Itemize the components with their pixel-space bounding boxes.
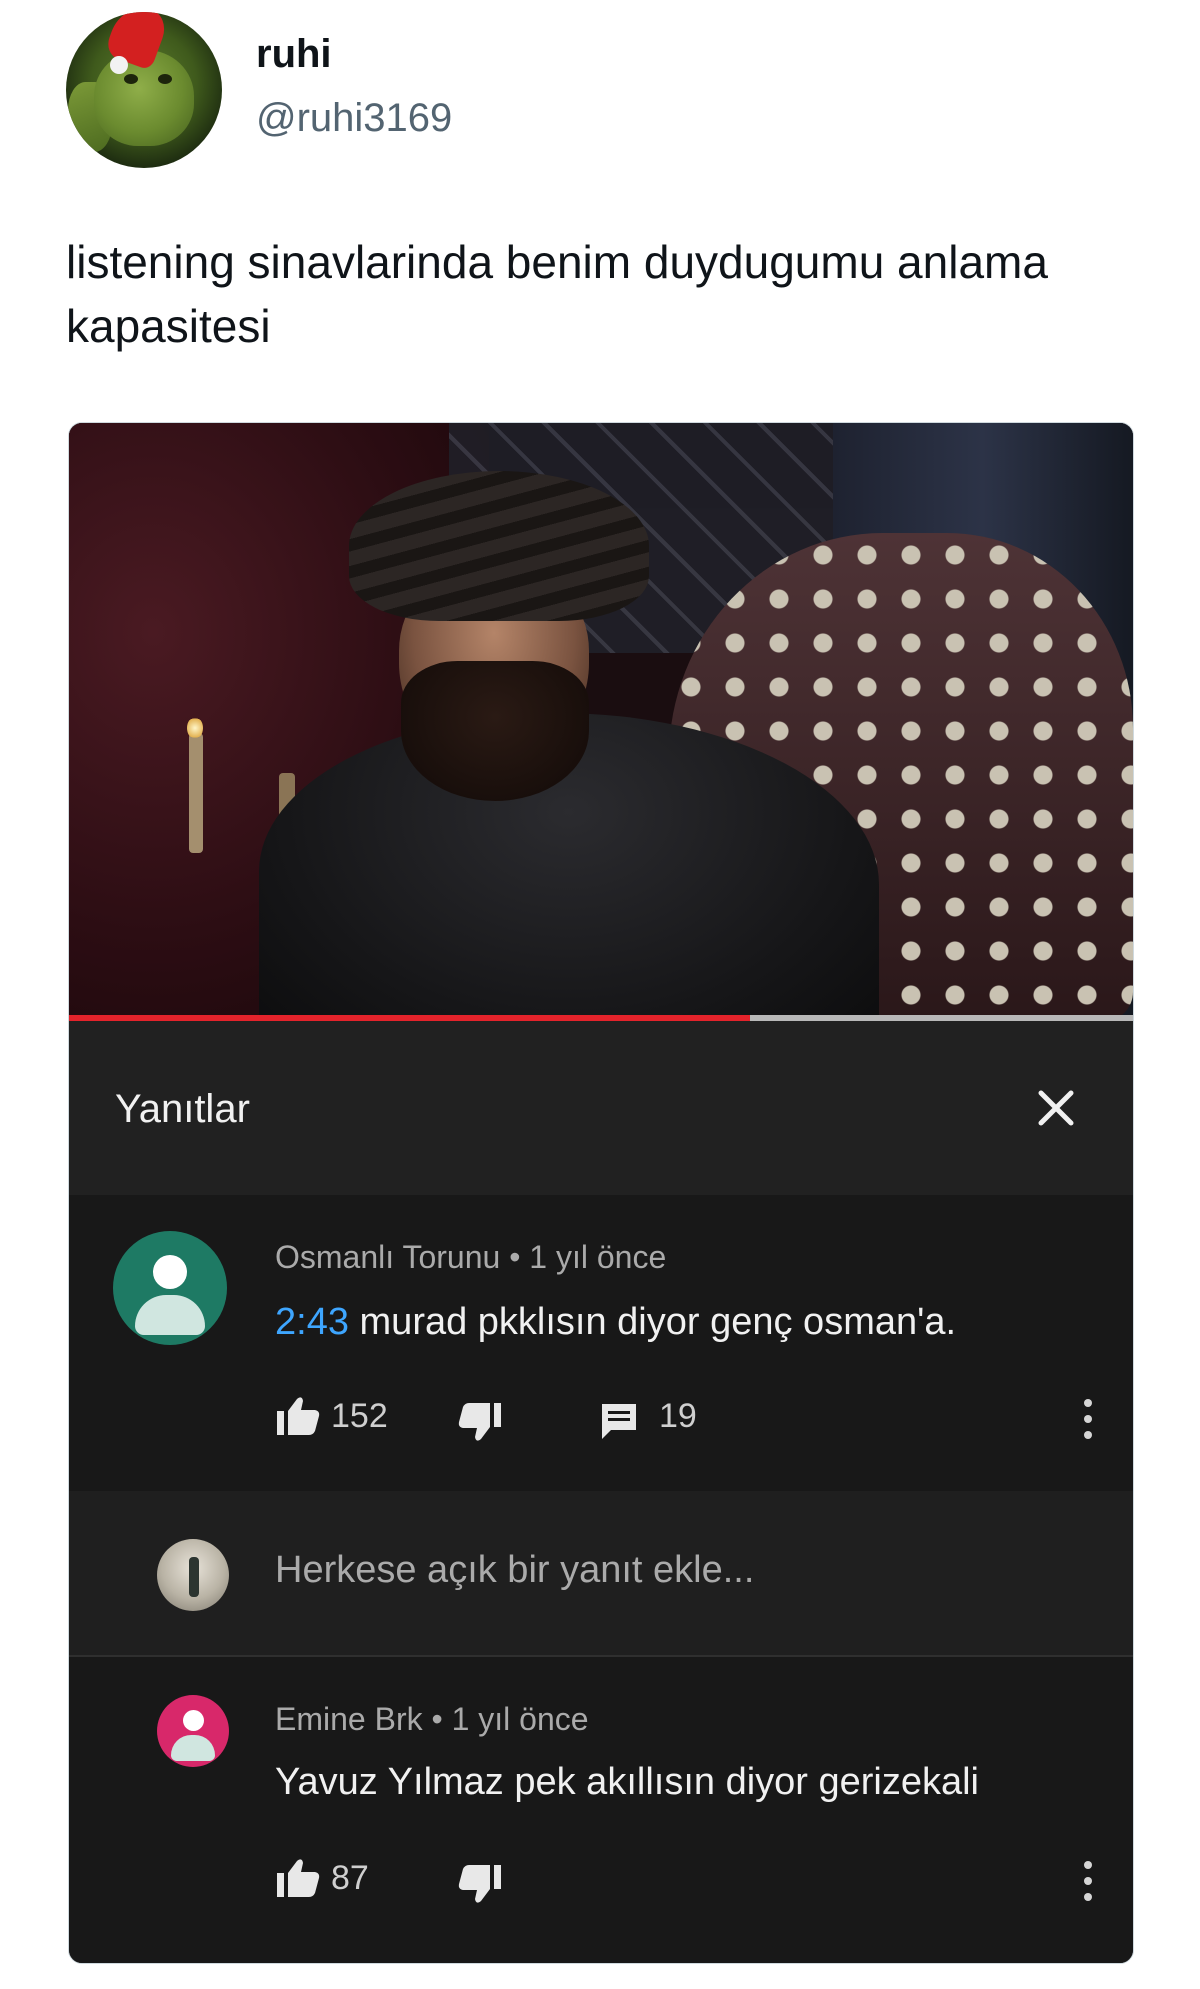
current-user-avatar: [157, 1539, 229, 1611]
close-icon[interactable]: [1027, 1079, 1085, 1137]
comment-body: murad pkklısın diyor genç osman'a.: [348, 1301, 957, 1343]
more-options-icon[interactable]: [1083, 1861, 1093, 1901]
thumbs-down-icon[interactable]: [457, 1401, 503, 1443]
attached-image[interactable]: Yanıtlar Osmanlı Torunu • 1 yıl önce 2:4…: [68, 422, 1134, 1964]
comment-author[interactable]: Emine Brk: [275, 1701, 423, 1737]
reply-input-row[interactable]: Herkese açık bir yanıt ekle...: [69, 1491, 1133, 1657]
reply-input[interactable]: Herkese açık bir yanıt ekle...: [275, 1549, 754, 1592]
like-count: 87: [331, 1859, 369, 1897]
comment-text: Yavuz Yılmaz pek akıllısın diyor gerizek…: [275, 1761, 980, 1803]
replies-header: Yanıtlar: [69, 1021, 1133, 1195]
avatar-shoulders: [171, 1735, 215, 1761]
avatar-head: [183, 1710, 204, 1731]
reply-count: 19: [659, 1397, 697, 1435]
comment-author[interactable]: Osmanlı Torunu: [275, 1239, 500, 1275]
meta-separator: •: [431, 1701, 452, 1737]
like-count: 152: [331, 1397, 388, 1435]
hat-pom: [110, 56, 128, 74]
tweet-text: listening sinavlarinda benim duydugumu a…: [66, 236, 1048, 352]
thumbs-up-icon[interactable]: [275, 1857, 321, 1899]
candle: [189, 733, 203, 853]
more-options-icon[interactable]: [1083, 1399, 1093, 1439]
commenter-avatar[interactable]: [113, 1231, 227, 1345]
comment-item: Osmanlı Torunu • 1 yıl önce 2:43 murad p…: [69, 1195, 1133, 1491]
thumbs-down-icon[interactable]: [457, 1863, 503, 1905]
comment-age: 1 yıl önce: [529, 1239, 667, 1275]
avatar-head: [153, 1255, 187, 1289]
display-name[interactable]: ruhi: [256, 32, 332, 77]
candle-flame: [187, 717, 203, 739]
comment-age: 1 yıl önce: [451, 1701, 589, 1737]
avatar-figure: [189, 1557, 199, 1597]
reply-icon[interactable]: [599, 1401, 639, 1441]
avatar-eye: [158, 74, 172, 84]
comment-item: Emine Brk • 1 yıl önce Yavuz Yılmaz pek …: [69, 1657, 1133, 1963]
profile-avatar[interactable]: [66, 12, 222, 168]
comment-meta: Osmanlı Torunu • 1 yıl önce: [275, 1239, 666, 1276]
comment-text: 2:43 murad pkklısın diyor genç osman'a.: [275, 1301, 956, 1344]
user-handle[interactable]: @ruhi3169: [256, 96, 452, 141]
sultan-beard: [401, 661, 589, 801]
commenter-avatar[interactable]: [157, 1695, 229, 1767]
comment-meta: Emine Brk • 1 yıl önce: [275, 1701, 589, 1738]
thumbs-up-icon[interactable]: [275, 1395, 321, 1437]
panel-title: Yanıtlar: [115, 1087, 250, 1131]
meta-separator: •: [509, 1239, 530, 1275]
avatar-shoulders: [135, 1295, 205, 1335]
avatar-eye: [124, 74, 138, 84]
timestamp-link[interactable]: 2:43: [275, 1301, 349, 1343]
video-frame[interactable]: [69, 423, 1133, 1021]
sultan-turban: [349, 471, 649, 621]
